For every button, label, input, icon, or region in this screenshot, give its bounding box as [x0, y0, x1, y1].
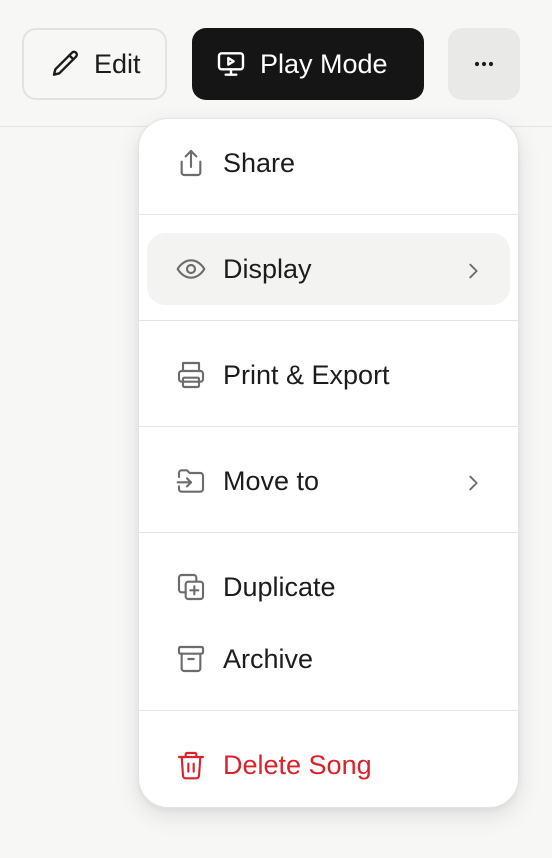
trash-icon: [175, 749, 207, 781]
menu-item-label: Move to: [223, 465, 320, 496]
chevron-right-icon: [462, 470, 484, 492]
eye-icon: [175, 253, 207, 285]
share-icon: [175, 147, 207, 179]
menu-divider: [139, 320, 518, 321]
more-options-button[interactable]: [448, 28, 520, 100]
play-mode-button[interactable]: Play Mode: [192, 28, 424, 100]
menu-item-print-export[interactable]: Print & Export: [147, 339, 510, 411]
menu-divider: [139, 214, 518, 215]
menu-item-duplicate[interactable]: Duplicate: [147, 551, 510, 623]
more-horizontal-icon: [470, 50, 498, 78]
menu-item-label: Print & Export: [223, 359, 390, 390]
edit-button[interactable]: Edit: [22, 28, 167, 100]
printer-icon: [175, 359, 207, 391]
top-toolbar: Edit Play Mode: [0, 0, 552, 127]
archive-icon: [175, 643, 207, 675]
menu-divider: [139, 710, 518, 711]
pencil-icon: [50, 48, 82, 80]
more-options-menu: Share Display Print & Export Move to Dup…: [138, 118, 519, 808]
play-mode-label: Play Mode: [260, 48, 388, 79]
menu-item-archive[interactable]: Archive: [147, 623, 510, 695]
menu-divider: [139, 532, 518, 533]
menu-divider: [139, 426, 518, 427]
monitor-play-icon: [215, 48, 247, 80]
folder-move-icon: [175, 465, 207, 497]
menu-item-display[interactable]: Display: [147, 233, 510, 305]
menu-item-label: Duplicate: [223, 571, 336, 602]
menu-item-label: Delete Song: [223, 749, 372, 780]
chevron-right-icon: [462, 258, 484, 280]
menu-item-delete-song[interactable]: Delete Song: [147, 729, 510, 801]
menu-item-share[interactable]: Share: [147, 127, 510, 199]
menu-item-label: Archive: [223, 643, 314, 674]
menu-item-label: Display: [223, 253, 312, 284]
duplicate-icon: [175, 571, 207, 603]
menu-item-move-to[interactable]: Move to: [147, 445, 510, 517]
menu-item-label: Share: [223, 147, 296, 178]
edit-label: Edit: [94, 48, 141, 79]
